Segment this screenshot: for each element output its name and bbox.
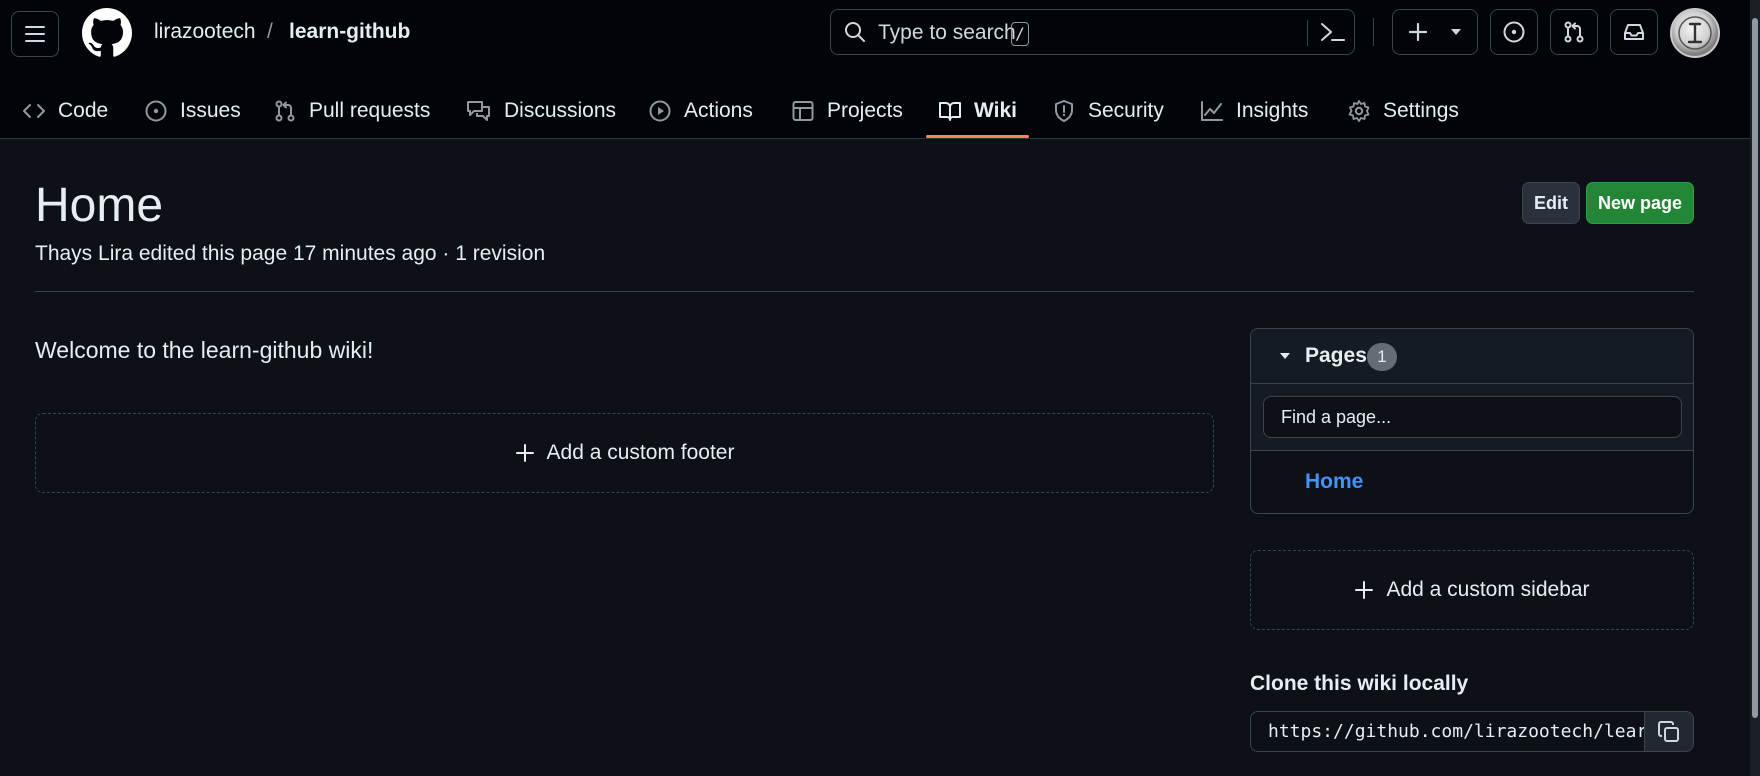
code-icon [23, 104, 45, 118]
tab-pull-requests[interactable]: Pull requests [273, 84, 430, 138]
page-title: Home [35, 179, 164, 232]
triangle-down-icon [1280, 353, 1290, 359]
search-icon [845, 22, 865, 42]
tab-code-label: Code [58, 99, 109, 122]
pages-panel-header[interactable]: Pages 1 [1251, 329, 1693, 384]
hamburger-menu-button[interactable] [11, 11, 59, 57]
triangle-down-icon [1451, 29, 1461, 35]
add-custom-sidebar-label: Add a custom sidebar [1386, 578, 1590, 601]
tab-code[interactable]: Code [22, 84, 108, 138]
breadcrumb-separator: / [267, 20, 273, 43]
user-avatar[interactable] [1670, 8, 1720, 58]
find-page-input[interactable] [1263, 396, 1682, 438]
git-pull-request-icon [1564, 21, 1584, 43]
tab-discussions-label: Discussions [504, 99, 617, 122]
notifications-inbox-button[interactable] [1610, 9, 1658, 55]
pages-title: Pages [1305, 344, 1367, 367]
tab-pull-requests-label: Pull requests [309, 99, 431, 122]
tab-issues[interactable]: Issues [144, 84, 241, 138]
copy-icon [1658, 720, 1679, 742]
new-page-button[interactable]: New page [1586, 182, 1694, 224]
tab-insights-label: Insights [1236, 99, 1309, 122]
pages-panel: Pages 1 Home [1250, 328, 1694, 514]
play-icon [649, 100, 671, 122]
inbox-icon [1624, 24, 1644, 40]
add-custom-footer-label: Add a custom footer [546, 441, 735, 464]
tab-settings[interactable]: Settings [1347, 84, 1459, 138]
gear-icon [1348, 100, 1370, 122]
copy-clone-url-button[interactable] [1644, 711, 1694, 752]
pages-count-badge: 1 [1367, 343, 1397, 371]
edit-page-button[interactable]: Edit [1522, 182, 1580, 224]
issue-opened-icon [145, 100, 167, 122]
add-custom-sidebar-button[interactable]: Add a custom sidebar [1250, 550, 1694, 630]
page-revision-meta[interactable]: Thays Lira edited this page 17 minutes a… [35, 242, 545, 266]
clone-url-field[interactable]: https://github.com/lirazootech/learn-git… [1250, 711, 1645, 752]
three-bars-icon [25, 26, 45, 42]
comment-discussion-icon [467, 101, 490, 121]
github-logo-icon[interactable] [82, 8, 132, 58]
shield-icon [1055, 100, 1073, 122]
tab-insights[interactable]: Insights [1200, 84, 1308, 138]
breadcrumb-repo[interactable]: learn-github [289, 20, 410, 44]
repo-tab-nav: Code Issues Pull requests Discussions Ac… [0, 84, 1750, 138]
active-tab-indicator [926, 135, 1029, 138]
create-new-button[interactable] [1392, 9, 1478, 55]
header-divider [1373, 18, 1374, 46]
plus-icon [1355, 581, 1374, 599]
table-icon [792, 101, 814, 121]
page-link-home[interactable]: Home [1305, 470, 1363, 494]
book-icon [939, 102, 961, 121]
graph-icon [1201, 101, 1223, 121]
tab-security[interactable]: Security [1052, 84, 1164, 138]
find-page-wrapper [1251, 384, 1693, 451]
your-issues-button[interactable] [1490, 9, 1538, 55]
tab-issues-label: Issues [180, 99, 241, 122]
search-divider [1307, 20, 1308, 46]
tab-projects-label: Projects [827, 99, 903, 122]
tab-actions[interactable]: Actions [648, 84, 753, 138]
tab-projects[interactable]: Projects [791, 84, 903, 138]
wiki-body-text: Welcome to the learn-github wiki! [35, 337, 374, 363]
title-divider [35, 291, 1694, 292]
command-palette-icon[interactable] [1316, 18, 1348, 46]
page-scrollbar[interactable] [1750, 0, 1760, 776]
tab-wiki[interactable]: Wiki [938, 84, 1017, 138]
clone-wiki-heading: Clone this wiki locally [1250, 672, 1469, 695]
scrollbar-thumb[interactable] [1752, 18, 1758, 718]
tab-discussions[interactable]: Discussions [466, 84, 616, 138]
add-custom-footer-button[interactable]: Add a custom footer [35, 413, 1214, 493]
plus-icon [515, 444, 534, 462]
search-placeholder: Type to search [878, 21, 1016, 44]
git-pull-request-icon [275, 100, 295, 122]
tab-wiki-label: Wiki [974, 99, 1017, 122]
tab-settings-label: Settings [1383, 99, 1459, 122]
tab-actions-label: Actions [684, 99, 753, 122]
avatar-monogram-icon [1678, 16, 1712, 50]
plus-icon [1408, 22, 1428, 42]
breadcrumb-owner[interactable]: lirazootech [154, 20, 256, 44]
tab-security-label: Security [1088, 99, 1164, 122]
issue-opened-icon [1503, 21, 1525, 43]
your-pull-requests-button[interactable] [1550, 9, 1598, 55]
search-shortcut-key: / [1011, 22, 1029, 46]
search-bar[interactable]: Type to search [830, 9, 1355, 55]
